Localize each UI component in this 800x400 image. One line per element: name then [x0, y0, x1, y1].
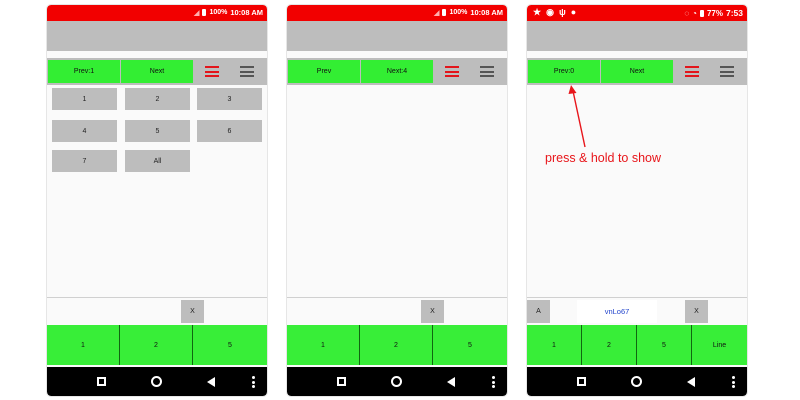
- home-icon[interactable]: [631, 376, 642, 387]
- globe-notification-icon: ◉: [546, 7, 554, 17]
- bottom-button-2[interactable]: 2: [582, 325, 637, 365]
- title-bar: [527, 21, 747, 51]
- status-bar: ◢ 100% 10:08 AM: [47, 5, 267, 21]
- nav-bar: [47, 367, 267, 396]
- annotation-arrow: [568, 85, 586, 148]
- number-button-4[interactable]: 4: [52, 120, 117, 142]
- toolbar: Prev Next:4: [287, 58, 507, 85]
- number-button-3[interactable]: 3: [197, 88, 262, 110]
- number-button-7[interactable]: 7: [52, 150, 117, 172]
- clock: 10:08 AM: [470, 8, 503, 17]
- star-notification-icon: ★: [533, 7, 542, 17]
- recents-icon[interactable]: [337, 377, 346, 386]
- bottom-button-1[interactable]: 1: [47, 325, 120, 365]
- next-button[interactable]: Next: [121, 60, 193, 83]
- bottom-button-5[interactable]: 5: [193, 325, 267, 365]
- hamburger-red-icon[interactable]: [445, 66, 459, 77]
- alarm-icon: ◌: [684, 8, 690, 18]
- wifi-icon: ◔: [692, 8, 697, 18]
- clear-x-button[interactable]: X: [685, 300, 708, 323]
- prev-button[interactable]: Prev:0: [528, 60, 600, 83]
- number-button-1[interactable]: 1: [52, 88, 117, 110]
- signal-icon: ◢: [194, 9, 200, 17]
- home-icon[interactable]: [151, 376, 162, 387]
- content-area: [287, 85, 507, 299]
- bottom-button-1[interactable]: 1: [287, 325, 360, 365]
- battery-icon: [699, 9, 704, 17]
- bottom-bar: 1 2 5: [47, 325, 267, 365]
- hamburger-red-icon[interactable]: [685, 66, 699, 77]
- prev-button[interactable]: Prev: [288, 60, 360, 83]
- home-icon[interactable]: [391, 376, 402, 387]
- more-options-icon[interactable]: [252, 376, 255, 390]
- toolbar: Prev:1 Next: [47, 58, 267, 85]
- back-icon[interactable]: [687, 377, 695, 387]
- battery-icon: [202, 9, 207, 16]
- phone-screen-3: ★ ◉ ψ ● ◌ ◔ 77% 7:53 Prev:0 Next press &…: [527, 5, 747, 396]
- battery-icon: [442, 9, 447, 16]
- back-icon[interactable]: [447, 377, 455, 387]
- nav-bar: [527, 367, 747, 396]
- content-area: press & hold to show: [527, 85, 747, 299]
- number-button-6[interactable]: 6: [197, 120, 262, 142]
- line-button[interactable]: Line: [692, 325, 747, 365]
- clock: 10:08 AM: [230, 8, 263, 17]
- bottom-button-5[interactable]: 5: [637, 325, 692, 365]
- back-icon[interactable]: [207, 377, 215, 387]
- toolbar: Prev:0 Next: [527, 58, 747, 85]
- bottom-button-1[interactable]: 1: [527, 325, 582, 365]
- signal-icon: ◢: [434, 9, 440, 17]
- a-button[interactable]: A: [527, 300, 550, 323]
- hamburger-red-icon[interactable]: [205, 66, 219, 77]
- battery-level: 100%: [449, 9, 468, 16]
- title-bar: [287, 21, 507, 51]
- status-bar: ★ ◉ ψ ● ◌ ◔ 77% 7:53: [527, 5, 747, 21]
- code-display: vnLo67: [577, 300, 657, 323]
- number-button-2[interactable]: 2: [125, 88, 190, 110]
- recents-icon[interactable]: [97, 377, 106, 386]
- bottom-bar: 1 2 5 Line: [527, 325, 747, 365]
- status-bar: ◢ 100% 10:08 AM: [287, 5, 507, 21]
- usb-icon: ψ: [558, 7, 566, 17]
- all-button[interactable]: All: [125, 150, 190, 172]
- bottom-button-2[interactable]: 2: [360, 325, 433, 365]
- next-button[interactable]: Next:4: [361, 60, 433, 83]
- battery-level: 77%: [706, 8, 723, 18]
- phone-screen-2: ◢ 100% 10:08 AM Prev Next:4 X 1 2 5: [287, 5, 507, 396]
- hamburger-menu-icon[interactable]: [480, 66, 494, 77]
- title-bar: [47, 21, 267, 51]
- bottom-bar: 1 2 5: [287, 325, 507, 365]
- phone-screen-1: ◢ 100% 10:08 AM Prev:1 Next 1 2 3 4 5 6 …: [47, 5, 267, 396]
- recents-icon[interactable]: [577, 377, 586, 386]
- nav-bar: [287, 367, 507, 396]
- clear-x-button[interactable]: X: [421, 300, 444, 323]
- input-bar: A vnLo67 X: [527, 297, 747, 326]
- number-button-5[interactable]: 5: [125, 120, 190, 142]
- next-button[interactable]: Next: [601, 60, 673, 83]
- input-bar: X: [287, 297, 507, 326]
- annotation-text: press & hold to show: [545, 151, 662, 165]
- bottom-button-2[interactable]: 2: [120, 325, 193, 365]
- clock: 7:53: [725, 8, 743, 18]
- android-icon: ●: [570, 7, 577, 17]
- bottom-button-5[interactable]: 5: [433, 325, 507, 365]
- input-bar: X: [47, 297, 267, 326]
- content-area: 1 2 3 4 5 6 7 All: [47, 85, 267, 299]
- hamburger-menu-icon[interactable]: [720, 66, 734, 77]
- hamburger-menu-icon[interactable]: [240, 66, 254, 77]
- clear-x-button[interactable]: X: [181, 300, 204, 323]
- more-options-icon[interactable]: [732, 376, 735, 390]
- more-options-icon[interactable]: [492, 376, 495, 390]
- prev-button[interactable]: Prev:1: [48, 60, 120, 83]
- battery-level: 100%: [209, 9, 228, 16]
